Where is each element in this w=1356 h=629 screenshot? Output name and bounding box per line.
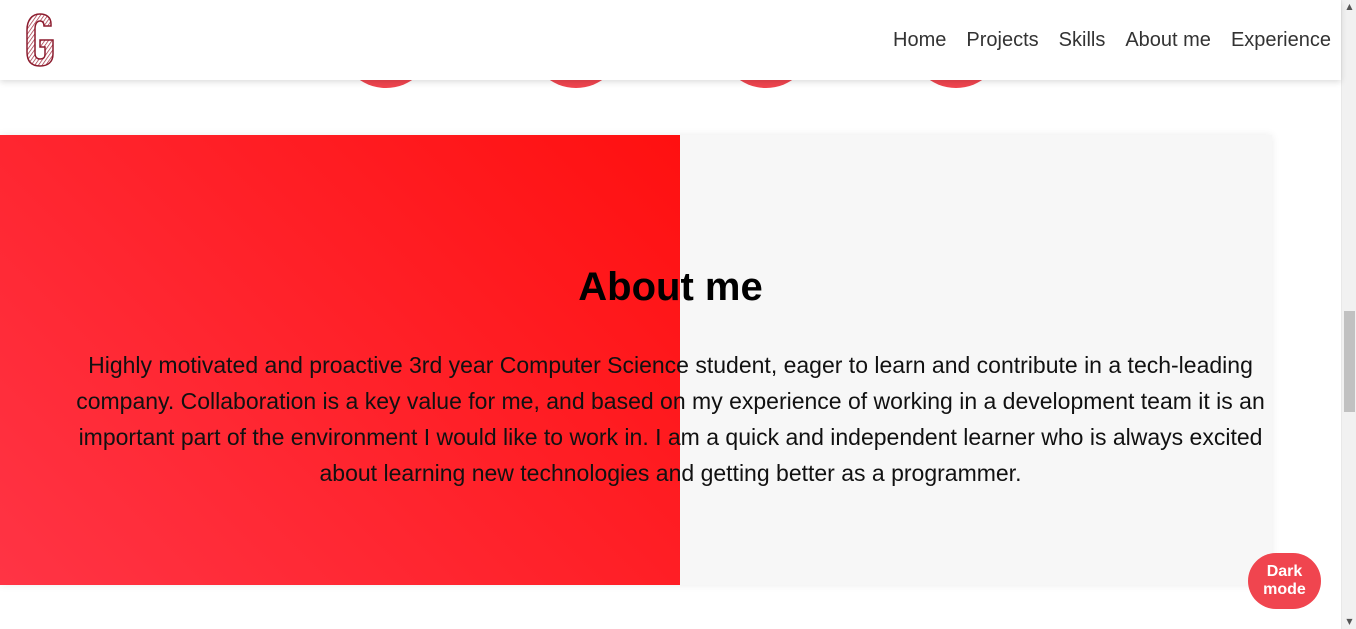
scrollbar-thumb[interactable] [1344, 311, 1355, 412]
about-content: About me Highly motivated and proactive … [0, 135, 1272, 585]
nav-experience-link[interactable]: Experience [1231, 29, 1331, 52]
logo-g-icon [26, 13, 54, 67]
nav-skills-link[interactable]: Skills [1059, 29, 1106, 52]
nav-projects-link[interactable]: Projects [966, 29, 1038, 52]
page-scrollbar[interactable]: ▲ ▼ [1341, 0, 1356, 629]
about-text: Highly motivated and proactive 3rd year … [76, 352, 1265, 486]
nav-about-link[interactable]: About me [1125, 29, 1211, 52]
scroll-up-arrow-icon[interactable]: ▲ [1342, 0, 1356, 14]
main-nav: Home Projects Skills About me Experience [893, 0, 1331, 80]
site-header: Home Projects Skills About me Experience [0, 0, 1341, 80]
page: Home Projects Skills About me Experience… [0, 0, 1356, 629]
about-title: About me [578, 265, 763, 309]
nav-home-link[interactable]: Home [893, 29, 946, 52]
logo[interactable] [24, 12, 56, 68]
scroll-down-arrow-icon[interactable]: ▼ [1342, 615, 1356, 629]
about-section: About me Highly motivated and proactive … [0, 135, 1272, 585]
dark-mode-toggle-button[interactable]: Dark mode [1248, 553, 1321, 609]
